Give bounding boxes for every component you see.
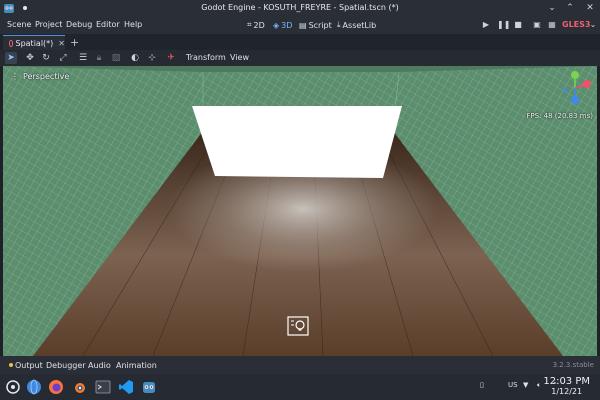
spatial-editor-toolbar: ➤ ✥ ↻ ⤢ ☰ 🔒︎ ▧ ◐ ⊹ ✈ Transform View bbox=[0, 50, 600, 66]
light-node-icon[interactable] bbox=[287, 316, 309, 336]
main-screen-script-label: Script bbox=[308, 20, 332, 30]
bottom-tab-audio[interactable]: Audio bbox=[88, 361, 111, 370]
play-custom-icon[interactable]: ▦ bbox=[547, 20, 557, 30]
main-screen-2d[interactable]: ⌗ 2D bbox=[247, 19, 265, 31]
2d-icon: ⌗ bbox=[247, 20, 252, 29]
menu-editor[interactable]: Editor bbox=[96, 20, 120, 29]
spatial-node-icon bbox=[9, 39, 13, 47]
script-icon: ▤ bbox=[299, 20, 307, 30]
main-screen-3d-label: 3D bbox=[281, 20, 293, 30]
white-backdrop-plane bbox=[192, 106, 402, 178]
group-icon[interactable]: ▧ bbox=[110, 52, 122, 64]
view-menu[interactable]: View bbox=[230, 53, 249, 62]
menu-project[interactable]: Project bbox=[35, 20, 62, 29]
menu-help[interactable]: Help bbox=[124, 20, 142, 29]
keyboard-layout[interactable]: US bbox=[508, 381, 518, 389]
bottom-tab-output[interactable]: Output bbox=[15, 361, 43, 370]
gizmo-z-axis[interactable] bbox=[571, 96, 579, 104]
os-taskbar: ▯ US ▼ 🔈︎ ⌃ 12:03 PM 1/12/21 bbox=[0, 374, 600, 400]
vscode-icon[interactable] bbox=[118, 379, 134, 395]
godot-icon[interactable] bbox=[141, 379, 157, 395]
main-screen-assetlib[interactable]: ⤓ AssetLib bbox=[337, 19, 376, 31]
scene-tab[interactable]: Spatial(*) ✕ bbox=[3, 35, 65, 50]
camera-override-icon[interactable]: ✈ bbox=[165, 52, 177, 64]
editor-menubar: Scene Project Debug Editor Help ⌗ 2D ◈ 3… bbox=[0, 16, 600, 34]
clock-time: 12:03 PM bbox=[543, 376, 590, 387]
axis-gizmo[interactable] bbox=[557, 70, 593, 106]
main-screen-3d[interactable]: ◈ 3D bbox=[273, 19, 292, 31]
renderer-selector[interactable]: GLES3 bbox=[562, 20, 590, 29]
close-icon[interactable]: ✕ bbox=[584, 2, 596, 14]
snap-icon[interactable]: ⊹ bbox=[146, 52, 158, 64]
bottom-panel-bar: Output Debugger Audio Animation 3.2.3.st… bbox=[0, 356, 600, 374]
menu-debug[interactable]: Debug bbox=[66, 20, 92, 29]
select-icon[interactable]: ➤ bbox=[5, 52, 17, 64]
output-warning-dot-icon bbox=[9, 363, 13, 367]
assetlib-icon: ⤓ bbox=[337, 20, 341, 29]
window-title: Godot Engine - KOSUTH_FREYRE - Spatial.t… bbox=[201, 3, 399, 12]
scene-tab-bar: Spatial(*) ✕ + bbox=[0, 34, 600, 50]
gizmo-x-axis[interactable] bbox=[583, 80, 591, 88]
scene-render bbox=[3, 66, 597, 356]
main-screen-assetlib-label: AssetLib bbox=[342, 20, 377, 30]
perspective-menu[interactable]: ⋮ Perspective bbox=[11, 72, 69, 81]
minimize-icon[interactable]: ⌄ bbox=[546, 2, 558, 14]
application-launcher-icon[interactable] bbox=[5, 379, 21, 395]
blender-icon[interactable] bbox=[71, 379, 87, 395]
bottom-tab-debugger[interactable]: Debugger bbox=[46, 361, 86, 370]
network-icon[interactable]: ▼ bbox=[523, 381, 528, 389]
3d-viewport[interactable]: ⋮ Perspective FPS: 48 (20.83 ms) bbox=[3, 66, 597, 356]
scale-icon[interactable]: ⤢ bbox=[57, 52, 69, 64]
gizmo-y-axis[interactable] bbox=[571, 71, 579, 79]
viewport-menu-icon: ⋮ bbox=[11, 72, 19, 81]
plus-icon[interactable]: + bbox=[70, 36, 79, 49]
rotate-icon[interactable]: ↻ bbox=[40, 52, 52, 64]
play-scene-icon[interactable]: ▣ bbox=[532, 20, 542, 30]
system-clock[interactable]: 12:03 PM 1/12/21 bbox=[543, 376, 590, 396]
terminal-icon[interactable] bbox=[95, 379, 111, 395]
main-screen-script[interactable]: ▤ Script bbox=[299, 19, 332, 31]
maximize-icon[interactable]: ⌃ bbox=[564, 2, 576, 14]
menu-scene[interactable]: Scene bbox=[7, 20, 31, 29]
window-titlebar: Godot Engine - KOSUTH_FREYRE - Spatial.t… bbox=[0, 0, 600, 16]
play-icon[interactable]: ▶ bbox=[481, 20, 491, 30]
transform-menu[interactable]: Transform bbox=[186, 53, 226, 62]
clock-date: 1/12/21 bbox=[551, 387, 583, 396]
stop-icon[interactable]: ■ bbox=[513, 20, 523, 30]
engine-version: 3.2.3.stable bbox=[552, 361, 594, 369]
firefox-icon[interactable] bbox=[48, 379, 64, 395]
pause-icon[interactable]: ❚❚ bbox=[497, 20, 510, 30]
main-screen-2d-label: 2D bbox=[253, 20, 265, 30]
list-icon[interactable]: ☰ bbox=[77, 52, 89, 64]
close-tab-icon[interactable]: ✕ bbox=[58, 39, 65, 48]
move-icon[interactable]: ✥ bbox=[24, 52, 36, 64]
scene-tab-label: Spatial(*) bbox=[15, 38, 54, 48]
perspective-label: Perspective bbox=[23, 72, 70, 81]
bottom-tab-animation[interactable]: Animation bbox=[116, 361, 157, 370]
renderer-dropdown-icon[interactable]: ⌄ bbox=[588, 20, 598, 30]
clipboard-icon[interactable]: ▯ bbox=[480, 381, 484, 389]
volume-icon[interactable]: 🔈︎ bbox=[537, 381, 541, 390]
3d-icon: ◈ bbox=[273, 20, 280, 30]
lock-icon[interactable]: 🔒︎ bbox=[93, 52, 105, 64]
globe-icon[interactable] bbox=[26, 379, 42, 395]
fps-readout: FPS: 48 (20.83 ms) bbox=[526, 112, 593, 120]
local-space-icon[interactable]: ◐ bbox=[129, 52, 141, 64]
